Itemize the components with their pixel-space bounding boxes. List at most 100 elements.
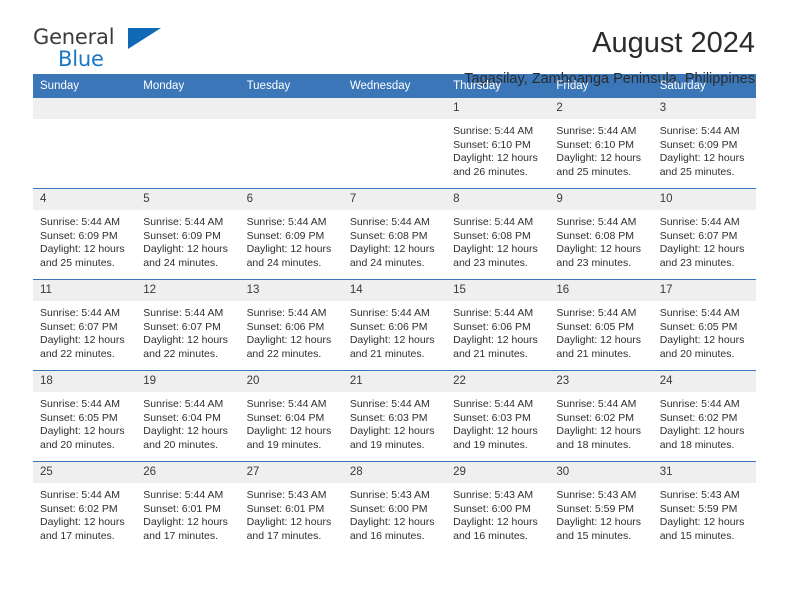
day-number: 24	[652, 371, 756, 392]
day-number: 28	[342, 462, 447, 483]
daylight-text: Daylight: 12 hours and 23 minutes.	[453, 243, 538, 269]
sunrise-text: Sunrise: 5:44 AM	[246, 307, 327, 319]
sunset-text: Sunset: 6:08 PM	[349, 229, 428, 242]
sunrise-text: Sunrise: 5:44 AM	[453, 216, 534, 228]
calendar-day-cell[interactable]: 26 Sunrise: 5:44 AM Sunset: 6:01 PM Dayligh…	[136, 461, 240, 552]
sunset-text: Sunset: 6:03 PM	[453, 411, 531, 424]
calendar-day-cell[interactable]: 27 Sunrise: 5:43 AM Sunset: 6:01 PM Dayligh…	[239, 461, 343, 552]
calendar-day-cell[interactable]: 1 Sunrise: 5:44 AM Sunset: 6:10 PM Daylight…	[446, 98, 550, 189]
day-details: Sunrise: 5:44 AM Sunset: 6:09 PM Daylight:…	[33, 210, 136, 270]
calendar-day-cell[interactable]: 29 Sunrise: 5:43 AM Sunset: 6:00 PM Dayligh…	[446, 461, 550, 552]
sunrise-text: Sunrise: 5:44 AM	[143, 307, 224, 319]
calendar-day-cell[interactable]: 23 Sunrise: 5:44 AM Sunset: 6:02 PM Dayligh…	[549, 370, 653, 462]
calendar-day-cell[interactable]: 9 Sunrise: 5:44 AM Sunset: 6:08 PM Daylight…	[549, 188, 653, 280]
calendar-empty-cell	[136, 98, 240, 189]
sunrise-text: Sunrise: 5:44 AM	[143, 398, 224, 410]
day-details: Sunrise: 5:43 AM Sunset: 6:01 PM Daylight:…	[240, 483, 343, 543]
day-details: Sunrise: 5:44 AM Sunset: 6:10 PM Daylight:…	[446, 119, 549, 179]
day-details: Sunrise: 5:44 AM Sunset: 6:04 PM Daylight:…	[136, 392, 239, 452]
daylight-text: Daylight: 12 hours and 25 minutes.	[556, 152, 642, 178]
day-number: 21	[342, 371, 447, 392]
calendar-day-cell[interactable]: 5 Sunrise: 5:44 AM Sunset: 6:09 PM Daylight…	[136, 188, 240, 280]
daylight-text: Daylight: 12 hours and 15 minutes.	[556, 516, 642, 542]
sunrise-text: Sunrise: 5:44 AM	[659, 307, 740, 319]
day-details: Sunrise: 5:44 AM Sunset: 6:08 PM Daylight:…	[343, 210, 446, 270]
daylight-text: Daylight: 12 hours and 16 minutes.	[349, 516, 435, 542]
daylight-text: Daylight: 12 hours and 25 minutes.	[40, 243, 125, 269]
calendar-day-cell[interactable]: 19 Sunrise: 5:44 AM Sunset: 6:04 PM Dayligh…	[136, 370, 240, 462]
general-blue-logo[interactable]: General Blue	[33, 26, 163, 74]
daylight-text: Daylight: 12 hours and 21 minutes.	[453, 334, 538, 360]
calendar-day-cell[interactable]: 15 Sunrise: 5:44 AM Sunset: 6:06 PM Dayligh…	[446, 279, 550, 371]
calendar-day-cell[interactable]: 16 Sunrise: 5:44 AM Sunset: 6:05 PM Dayligh…	[549, 279, 653, 371]
calendar-day-cell[interactable]: 18 Sunrise: 5:44 AM Sunset: 6:05 PM Dayligh…	[33, 370, 137, 462]
calendar-day-cell[interactable]: 28 Sunrise: 5:43 AM Sunset: 6:00 PM Dayligh…	[342, 461, 447, 552]
calendar-day-cell[interactable]: 30 Sunrise: 5:43 AM Sunset: 5:59 PM Dayligh…	[549, 461, 653, 552]
sunset-text: Sunset: 6:02 PM	[556, 411, 635, 424]
calendar-day-cell[interactable]: 17 Sunrise: 5:44 AM Sunset: 6:05 PM Dayligh…	[652, 279, 756, 371]
day-number: 25	[33, 462, 137, 483]
day-number: 11	[33, 280, 137, 301]
day-number	[239, 98, 343, 119]
calendar-day-cell[interactable]: 2 Sunrise: 5:44 AM Sunset: 6:10 PM Daylight…	[549, 98, 653, 189]
day-number	[342, 98, 447, 119]
calendar-day-cell[interactable]: 20 Sunrise: 5:44 AM Sunset: 6:04 PM Dayligh…	[239, 370, 343, 462]
day-details: Sunrise: 5:44 AM Sunset: 6:07 PM Daylight:…	[33, 301, 136, 361]
sunset-text: Sunset: 6:03 PM	[349, 411, 428, 424]
day-number: 1	[446, 98, 550, 119]
calendar-day-cell[interactable]: 6 Sunrise: 5:44 AM Sunset: 6:09 PM Daylight…	[239, 188, 343, 280]
calendar-day-cell[interactable]: 14 Sunrise: 5:44 AM Sunset: 6:06 PM Dayligh…	[342, 279, 447, 371]
calendar-day-cell[interactable]: 13 Sunrise: 5:44 AM Sunset: 6:06 PM Dayligh…	[239, 279, 343, 371]
sunset-text: Sunset: 6:06 PM	[246, 320, 325, 333]
calendar-empty-cell	[342, 98, 447, 189]
sunset-text: Sunset: 6:05 PM	[556, 320, 635, 333]
sunrise-text: Sunrise: 5:44 AM	[40, 216, 120, 228]
day-details: Sunrise: 5:43 AM Sunset: 6:00 PM Daylight:…	[446, 483, 549, 543]
sunrise-text: Sunrise: 5:43 AM	[453, 489, 534, 501]
calendar-day-cell[interactable]: 24 Sunrise: 5:44 AM Sunset: 6:02 PM Dayligh…	[652, 370, 756, 462]
day-number: 20	[239, 371, 343, 392]
calendar-day-cell[interactable]: 4 Sunrise: 5:44 AM Sunset: 6:09 PM Daylight…	[33, 188, 137, 280]
sunrise-text: Sunrise: 5:44 AM	[556, 398, 637, 410]
calendar-day-cell[interactable]: 8 Sunrise: 5:44 AM Sunset: 6:08 PM Daylight…	[446, 188, 550, 280]
calendar-day-cell[interactable]: 11 Sunrise: 5:44 AM Sunset: 6:07 PM Dayligh…	[33, 279, 137, 371]
calendar-day-cell[interactable]: 22 Sunrise: 5:44 AM Sunset: 6:03 PM Dayligh…	[446, 370, 550, 462]
day-number: 27	[239, 462, 343, 483]
daylight-text: Daylight: 12 hours and 17 minutes.	[40, 516, 125, 542]
day-details: Sunrise: 5:44 AM Sunset: 6:09 PM Daylight:…	[136, 210, 239, 270]
daylight-text: Daylight: 12 hours and 17 minutes.	[246, 516, 332, 542]
day-number: 29	[446, 462, 550, 483]
daylight-text: Daylight: 12 hours and 22 minutes.	[246, 334, 332, 360]
sunset-text: Sunset: 6:05 PM	[659, 320, 738, 333]
day-number: 6	[239, 189, 343, 210]
page-title: August 2024	[592, 27, 755, 59]
calendar-day-cell[interactable]: 25 Sunrise: 5:44 AM Sunset: 6:02 PM Dayligh…	[33, 461, 137, 552]
sunrise-text: Sunrise: 5:43 AM	[659, 489, 740, 501]
calendar-week-row: 11 Sunrise: 5:44 AM Sunset: 6:07 PM Dayligh…	[33, 279, 756, 371]
day-number: 5	[136, 189, 240, 210]
day-details: Sunrise: 5:44 AM Sunset: 6:02 PM Daylight:…	[549, 392, 652, 452]
day-details: Sunrise: 5:43 AM Sunset: 5:59 PM Daylight:…	[549, 483, 652, 543]
calendar-day-cell[interactable]: 31 Sunrise: 5:43 AM Sunset: 5:59 PM Dayligh…	[652, 461, 756, 552]
calendar-empty-cell	[239, 98, 343, 189]
calendar-day-cell[interactable]: 7 Sunrise: 5:44 AM Sunset: 6:08 PM Daylight…	[342, 188, 447, 280]
calendar-day-cell[interactable]: 12 Sunrise: 5:44 AM Sunset: 6:07 PM Dayligh…	[136, 279, 240, 371]
daylight-text: Daylight: 12 hours and 17 minutes.	[143, 516, 228, 542]
calendar-day-cell[interactable]: 21 Sunrise: 5:44 AM Sunset: 6:03 PM Dayligh…	[342, 370, 447, 462]
day-details: Sunrise: 5:44 AM Sunset: 6:02 PM Daylight:…	[33, 483, 136, 543]
sunrise-text: Sunrise: 5:44 AM	[349, 398, 430, 410]
sunset-text: Sunset: 6:05 PM	[40, 411, 118, 424]
daylight-text: Daylight: 12 hours and 19 minutes.	[453, 425, 538, 451]
sunrise-text: Sunrise: 5:43 AM	[349, 489, 430, 501]
calendar-body: 1 Sunrise: 5:44 AM Sunset: 6:10 PM Daylight…	[33, 98, 756, 552]
logo-text-blue: Blue	[58, 47, 104, 71]
day-details: Sunrise: 5:44 AM Sunset: 6:10 PM Daylight:…	[549, 119, 652, 179]
daylight-text: Daylight: 12 hours and 20 minutes.	[659, 334, 745, 360]
sunrise-text: Sunrise: 5:44 AM	[453, 125, 534, 137]
sunset-text: Sunset: 5:59 PM	[659, 502, 738, 515]
calendar-day-cell[interactable]: 3 Sunrise: 5:44 AM Sunset: 6:09 PM Daylight…	[652, 98, 756, 189]
calendar-day-cell[interactable]: 10 Sunrise: 5:44 AM Sunset: 6:07 PM Dayligh…	[652, 188, 756, 280]
sunset-text: Sunset: 6:07 PM	[143, 320, 221, 333]
day-number: 9	[549, 189, 653, 210]
sunset-text: Sunset: 6:01 PM	[143, 502, 221, 515]
